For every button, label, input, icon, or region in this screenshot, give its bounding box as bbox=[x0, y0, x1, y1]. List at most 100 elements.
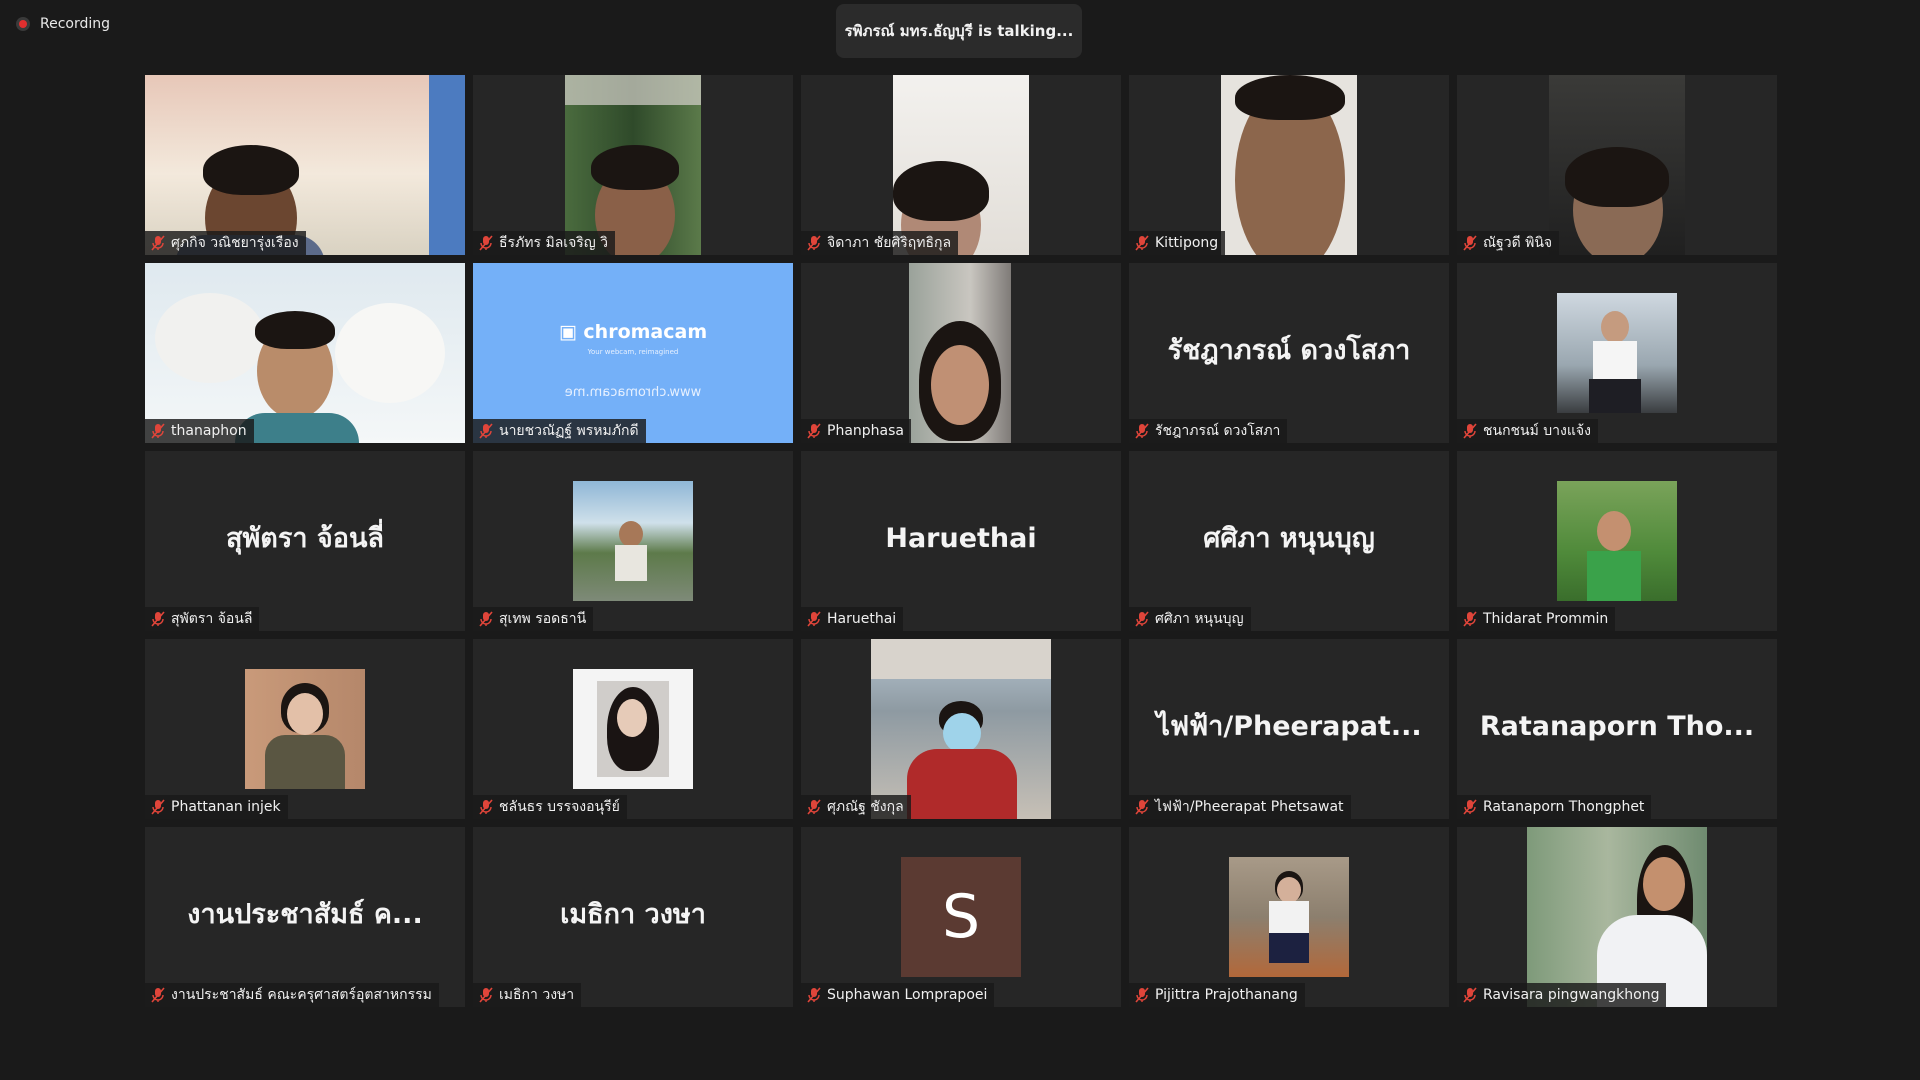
microphone-slash-icon bbox=[807, 799, 821, 815]
participant-display-name: รัชฎาภรณ์ ดวงโสภา bbox=[1167, 335, 1411, 367]
participant-name: Thidarat Prommin bbox=[1483, 611, 1609, 627]
video-feed bbox=[1549, 75, 1685, 255]
profile-picture bbox=[1229, 857, 1349, 977]
participant-name-label: ศศิภา หนุนบุญ bbox=[1129, 607, 1251, 631]
microphone-slash-icon bbox=[479, 987, 493, 1003]
profile-picture bbox=[1557, 481, 1677, 601]
active-speaker-text: รพิภรณ์ มทร.ธัญบุรี is talking... bbox=[844, 22, 1074, 40]
participant-display-name: Ratanaporn Tho... bbox=[1479, 711, 1755, 743]
participant-tile[interactable]: ศุภกิจ วณิชยารุ่งเรือง bbox=[145, 75, 465, 255]
microphone-slash-icon bbox=[151, 611, 165, 627]
participant-tile[interactable]: รัชฎาภรณ์ ดวงโสภา รัชฎาภรณ์ ดวงโสภา bbox=[1129, 263, 1449, 443]
microphone-slash-icon bbox=[807, 611, 821, 627]
participant-name: ธีรภัทร มิลเจริญ วิ bbox=[499, 235, 609, 251]
microphone-slash-icon bbox=[807, 987, 821, 1003]
participant-name-label: thanaphon bbox=[145, 419, 254, 443]
participant-tile[interactable]: Phattanan injek bbox=[145, 639, 465, 819]
participant-tile[interactable]: Pijittra Prajothanang bbox=[1129, 827, 1449, 1007]
microphone-slash-icon bbox=[1135, 611, 1149, 627]
participant-display-name: ไฟฟ้า/Pheerapat... bbox=[1156, 711, 1422, 743]
participant-name: สุเทพ รอดธานี bbox=[499, 611, 587, 627]
microphone-slash-icon bbox=[479, 235, 493, 251]
participant-name-label: ชนกชนม์ บางแจ้ง bbox=[1457, 419, 1598, 443]
microphone-slash-icon bbox=[1463, 611, 1477, 627]
microphone-slash-icon bbox=[1135, 423, 1149, 439]
video-feed bbox=[893, 75, 1029, 255]
participant-tile[interactable]: จิดาภา ชัยศิริฤทธิกุล bbox=[801, 75, 1121, 255]
participant-tile[interactable]: Ravisara pingwangkhong bbox=[1457, 827, 1777, 1007]
participant-tile[interactable]: thanaphon bbox=[145, 263, 465, 443]
participant-display-name: เมธิกา วงษา bbox=[560, 899, 706, 931]
participant-tile[interactable]: ▣ chromacam Your webcam, reimagined www.… bbox=[473, 263, 793, 443]
profile-picture bbox=[573, 481, 693, 601]
microphone-slash-icon bbox=[479, 611, 493, 627]
participant-tile[interactable]: Haruethai Haruethai bbox=[801, 451, 1121, 631]
profile-picture bbox=[1557, 293, 1677, 413]
microphone-slash-icon bbox=[1135, 235, 1149, 251]
participant-tile[interactable]: ไฟฟ้า/Pheerapat... ไฟฟ้า/Pheerapat Phets… bbox=[1129, 639, 1449, 819]
participant-name: เมธิกา วงษา bbox=[499, 987, 575, 1003]
profile-picture bbox=[245, 669, 365, 789]
record-dot-icon bbox=[16, 17, 30, 31]
microphone-slash-icon bbox=[1463, 799, 1477, 815]
gallery-grid: ศุภกิจ วณิชยารุ่งเรือง ธีรภัทร มิลเจริญ … bbox=[145, 75, 1777, 1007]
microphone-slash-icon bbox=[807, 235, 821, 251]
participant-name: Haruethai bbox=[827, 611, 897, 627]
microphone-slash-icon bbox=[1135, 987, 1149, 1003]
microphone-slash-icon bbox=[1463, 987, 1477, 1003]
participant-name: ชนกชนม์ บางแจ้ง bbox=[1483, 423, 1591, 439]
participant-name-label: Haruethai bbox=[801, 607, 904, 631]
avatar-initial: S bbox=[901, 857, 1021, 977]
participant-tile[interactable]: ศศิภา หนุนบุญ ศศิภา หนุนบุญ bbox=[1129, 451, 1449, 631]
participant-name: Suphawan Lomprapoei bbox=[827, 987, 988, 1003]
participant-tile[interactable]: ศุภณัฐ ชังกุล bbox=[801, 639, 1121, 819]
participant-name-label: สุพัตรา จ้อนลี bbox=[145, 607, 260, 631]
participant-name-label: ศุภกิจ วณิชยารุ่งเรือง bbox=[145, 231, 306, 255]
microphone-slash-icon bbox=[151, 987, 165, 1003]
participant-display-name: สุพัตรา จ้อนลี่ bbox=[226, 523, 384, 555]
microphone-slash-icon bbox=[1135, 799, 1149, 815]
participant-tile[interactable]: ธีรภัทร มิลเจริญ วิ bbox=[473, 75, 793, 255]
participant-tile[interactable]: ชนกชนม์ บางแจ้ง bbox=[1457, 263, 1777, 443]
participant-name-label: ไฟฟ้า/Pheerapat Phetsawat bbox=[1129, 795, 1351, 819]
participant-name-label: จิดาภา ชัยศิริฤทธิกุล bbox=[801, 231, 959, 255]
participant-tile[interactable]: เมธิกา วงษา เมธิกา วงษา bbox=[473, 827, 793, 1007]
camera-icon: ▣ bbox=[558, 321, 584, 343]
participant-name: Pijittra Prajothanang bbox=[1155, 987, 1298, 1003]
participant-tile[interactable]: สุเทพ รอดธานี bbox=[473, 451, 793, 631]
participant-tile[interactable]: Kittipong bbox=[1129, 75, 1449, 255]
video-feed bbox=[1221, 75, 1357, 255]
recording-label: Recording bbox=[40, 16, 111, 32]
participant-name-label: สุเทพ รอดธานี bbox=[473, 607, 594, 631]
participant-tile[interactable]: Ratanaporn Tho... Ratanaporn Thongphet bbox=[1457, 639, 1777, 819]
microphone-slash-icon bbox=[807, 423, 821, 439]
participant-display-name: งานประชาสัมธ์ ค... bbox=[187, 899, 423, 931]
participant-name: นายชวณัฏฐ์ พรหมภักดี bbox=[499, 423, 639, 439]
participant-tile[interactable]: สุพัตรา จ้อนลี่ สุพัตรา จ้อนลี bbox=[145, 451, 465, 631]
video-feed bbox=[145, 263, 465, 443]
participant-name-label: เมธิกา วงษา bbox=[473, 983, 582, 1007]
participant-tile[interactable]: Phanphasa bbox=[801, 263, 1121, 443]
participant-tile[interactable]: งานประชาสัมธ์ ค... งานประชาสัมธ์ คณะครุศ… bbox=[145, 827, 465, 1007]
video-feed bbox=[871, 639, 1051, 819]
participant-tile[interactable]: S Suphawan Lomprapoei bbox=[801, 827, 1121, 1007]
participant-tile[interactable]: ชลันธร บรรจงอนุรีย์ bbox=[473, 639, 793, 819]
participant-name-label: ศุภณัฐ ชังกุล bbox=[801, 795, 911, 819]
participant-name: Ravisara pingwangkhong bbox=[1483, 987, 1660, 1003]
microphone-slash-icon bbox=[479, 423, 493, 439]
chromacam-url: www.chromacam.me bbox=[564, 385, 702, 400]
participant-name: ชลันธร บรรจงอนุรีย์ bbox=[499, 799, 620, 815]
participant-name-label: Thidarat Prommin bbox=[1457, 607, 1616, 631]
participant-name-label: รัชฎาภรณ์ ดวงโสภา bbox=[1129, 419, 1288, 443]
participant-name: Phattanan injek bbox=[171, 799, 281, 815]
participant-name-label: Suphawan Lomprapoei bbox=[801, 983, 995, 1007]
chromacam-logo: ▣ chromacam bbox=[558, 321, 708, 343]
participant-tile[interactable]: Thidarat Prommin bbox=[1457, 451, 1777, 631]
microphone-slash-icon bbox=[1463, 423, 1477, 439]
participant-tile[interactable]: ณัฐวดี พินิจ bbox=[1457, 75, 1777, 255]
video-feed bbox=[145, 75, 465, 255]
participant-name-label: ชลันธร บรรจงอนุรีย์ bbox=[473, 795, 627, 819]
recording-indicator[interactable]: Recording bbox=[16, 16, 110, 32]
participant-name-label: Ravisara pingwangkhong bbox=[1457, 983, 1667, 1007]
participant-name: thanaphon bbox=[171, 423, 247, 439]
